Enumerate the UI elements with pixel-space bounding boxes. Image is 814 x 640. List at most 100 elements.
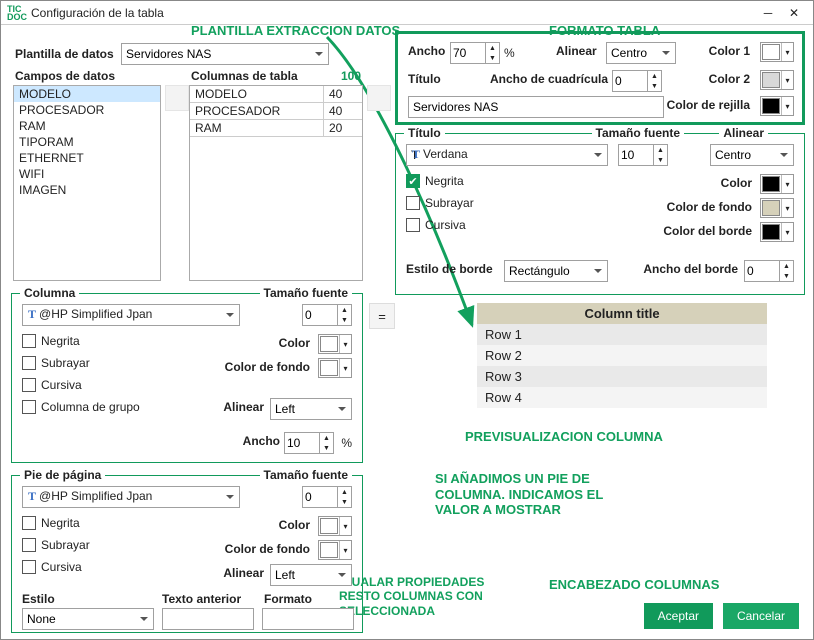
col-italic-check[interactable]: Cursiva <box>22 378 82 392</box>
field-item[interactable]: WIFI <box>14 166 160 182</box>
equalize-button[interactable]: = <box>369 303 395 329</box>
border-width-spinner[interactable]: ▲▼ <box>744 260 794 282</box>
col-width[interactable]: 40 <box>324 103 362 119</box>
col-color-picker[interactable]: ▾ <box>318 334 352 354</box>
label-title-border-color: Color del borde <box>663 224 752 238</box>
cancel-button[interactable]: Cancelar <box>723 603 799 629</box>
pie-formato-input[interactable] <box>262 608 354 630</box>
col-font-select[interactable] <box>22 304 240 326</box>
label-col-color: Color <box>279 336 310 350</box>
minimize-button[interactable]: ─ <box>755 3 781 23</box>
title-border-color-picker[interactable]: ▾ <box>760 222 794 242</box>
col-bold-check[interactable]: Negrita <box>22 334 80 348</box>
template-row: Plantilla de datos Servidores NAS <box>15 43 329 65</box>
template-select[interactable]: Servidores NAS <box>121 43 329 65</box>
align-select[interactable]: Centro <box>606 42 676 64</box>
columns-table[interactable]: MODELO40 PROCESADOR40 RAM20 <box>189 85 363 281</box>
field-item[interactable]: MODELO <box>14 86 160 102</box>
titulo-input[interactable] <box>408 96 664 118</box>
title-size-spinner[interactable]: ▲▼ <box>618 144 668 166</box>
title-font-select[interactable]: T <box>406 144 608 166</box>
format-fieldset: Ancho ▲▼ % Alinear Centro Color 1 ▾ Títu… <box>395 31 805 125</box>
pie-style-select[interactable]: None <box>22 608 154 630</box>
preview-table: Column title Row 1 Row 2 Row 3 Row 4 <box>477 303 767 408</box>
titulo-fieldset: Título Tamaño fuente Alinear T TVerdana … <box>395 133 805 295</box>
pie-align-select[interactable]: Left <box>270 564 352 586</box>
col-name[interactable]: RAM <box>190 120 324 136</box>
label-color-rejilla: Color de rejilla <box>667 98 750 112</box>
field-item[interactable]: RAM <box>14 118 160 134</box>
title-underline-check[interactable]: Subrayar <box>406 196 474 210</box>
pie-font-select[interactable] <box>22 486 240 508</box>
col-group-check[interactable]: Columna de grupo <box>22 400 140 414</box>
remove-column-button[interactable] <box>367 85 391 111</box>
title-color-picker[interactable]: ▾ <box>760 174 794 194</box>
label-col-bg: Color de fondo <box>225 360 310 374</box>
close-button[interactable]: ✕ <box>781 3 807 23</box>
col-align-select[interactable]: Left <box>270 398 352 420</box>
label-estilo: Estilo <box>22 592 55 606</box>
pie-texto-anterior-input[interactable] <box>162 608 254 630</box>
color1-picker[interactable]: ▾ <box>760 42 794 62</box>
label-titulo: Título <box>408 72 441 86</box>
ann-encabezado: ENCABEZADO COLUMNAS <box>549 577 719 593</box>
label-tamano-fuente: Tamaño fuente <box>592 126 684 140</box>
border-style-select[interactable]: Rectángulo <box>504 260 608 282</box>
label-alinear: Alinear <box>556 44 597 58</box>
col-width[interactable]: 40 <box>324 86 362 102</box>
pie-bold-check[interactable]: Negrita <box>22 516 80 530</box>
pie-color-picker[interactable]: ▾ <box>318 516 352 536</box>
label-title-color: Color <box>721 176 752 190</box>
field-item[interactable]: ETHERNET <box>14 150 160 166</box>
grid-width-spinner[interactable]: ▲▼ <box>612 70 662 92</box>
col-name[interactable]: MODELO <box>190 86 324 102</box>
field-item[interactable]: PROCESADOR <box>14 102 160 118</box>
col-width[interactable]: 20 <box>324 120 362 136</box>
ann-si-pie: SI AÑADIMOS UN PIE DE COLUMNA. INDICAMOS… <box>435 471 603 518</box>
preview-header: Column title <box>477 303 767 324</box>
field-item[interactable]: IMAGEN <box>14 182 160 198</box>
titulo-legend: Título <box>404 126 445 140</box>
columna-legend: Columna <box>20 286 79 300</box>
pie-size-spinner[interactable]: ▲▼ <box>302 486 352 508</box>
col-width-spinner[interactable]: ▲▼ <box>284 432 334 454</box>
col-name[interactable]: PROCESADOR <box>190 103 324 119</box>
label-percent: % <box>504 46 515 60</box>
label-texto-anterior: Texto anterior <box>162 592 241 606</box>
accept-button[interactable]: Aceptar <box>644 603 713 629</box>
fields-listbox[interactable]: MODELO PROCESADOR RAM TIPORAM ETHERNET W… <box>13 85 161 281</box>
label-color1: Color 1 <box>709 44 750 58</box>
label-title-bg: Color de fondo <box>667 200 752 214</box>
title-bold-check[interactable]: ✔Negrita <box>406 174 464 188</box>
pie-bg-picker[interactable]: ▾ <box>318 540 352 560</box>
col-bg-picker[interactable]: ▾ <box>318 358 352 378</box>
label-pie-color: Color <box>279 518 310 532</box>
pie-legend: Pie de página <box>20 468 105 482</box>
label-columnas-tabla: Columnas de tabla <box>191 69 298 83</box>
col-underline-check[interactable]: Subrayar <box>22 356 90 370</box>
title-bg-picker[interactable]: ▾ <box>760 198 794 218</box>
pie-underline-check[interactable]: Subrayar <box>22 538 90 552</box>
title-align-select[interactable]: Centro <box>710 144 794 166</box>
color2-picker[interactable]: ▾ <box>760 70 794 90</box>
preview-row: Row 1 <box>477 324 767 345</box>
label-col-ancho: Ancho <box>243 434 280 448</box>
label-pie-bg: Color de fondo <box>225 542 310 556</box>
title-italic-check[interactable]: Cursiva <box>406 218 466 232</box>
label-alinear-t: Alinear <box>719 126 768 140</box>
pie-italic-check[interactable]: Cursiva <box>22 560 82 574</box>
col-size-spinner[interactable]: ▲▼ <box>302 304 352 326</box>
preview-row: Row 3 <box>477 366 767 387</box>
label-col-align: Alinear <box>223 400 264 414</box>
titlebar: TICDOC Configuración de la tabla ─ ✕ <box>1 1 813 25</box>
ancho-spinner[interactable]: ▲▼ <box>450 42 500 64</box>
label-col-percent: % <box>341 436 352 450</box>
ann-plantilla-extraccion: PLANTILLA EXTRACCION DATOS <box>191 23 400 39</box>
preview-row: Row 2 <box>477 345 767 366</box>
add-column-button[interactable] <box>165 85 189 111</box>
window-title: Configuración de la tabla <box>31 6 164 20</box>
field-item[interactable]: TIPORAM <box>14 134 160 150</box>
grid-color-picker[interactable]: ▾ <box>760 96 794 116</box>
label-ancho: Ancho <box>408 44 445 58</box>
label-formato: Formato <box>264 592 312 606</box>
